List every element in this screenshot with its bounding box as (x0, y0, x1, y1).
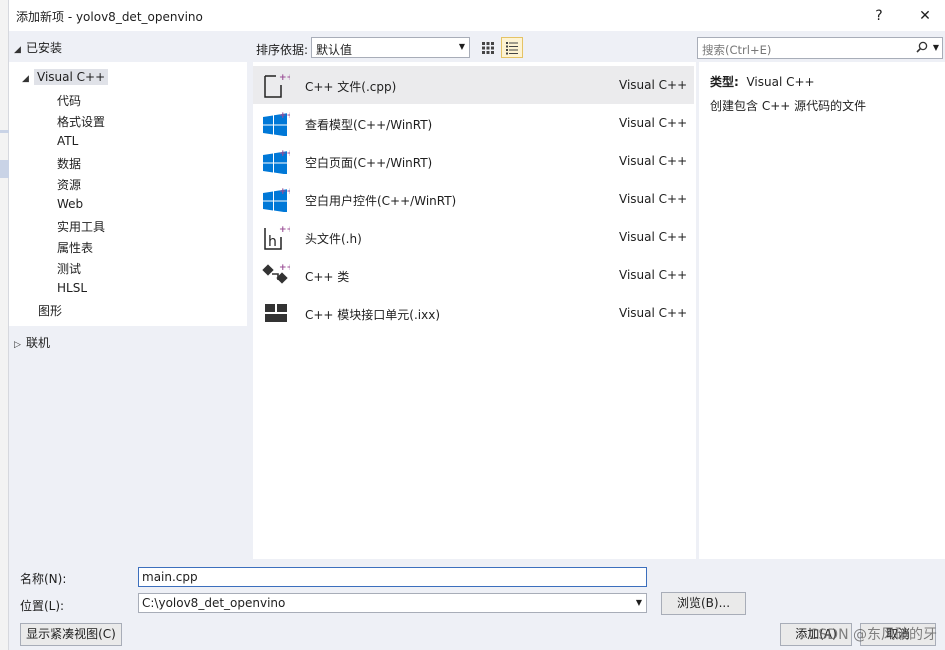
search-box[interactable]: 搜索(Ctrl+E) ▼ (697, 37, 943, 59)
installed-header[interactable]: ◢ 已安装 (14, 39, 62, 56)
browse-button[interactable]: 浏览(B)... (661, 592, 746, 615)
chevron-down-icon: ▼ (458, 42, 465, 51)
template-name: 空白用户控件(C++/WinRT) (305, 194, 457, 208)
expand-triangle-icon: ◢ (22, 74, 29, 84)
svg-text:++: ++ (279, 225, 290, 235)
list-view-button[interactable] (501, 37, 523, 58)
collapse-triangle-icon: ◢ (14, 45, 21, 55)
template-name: 空白页面(C++/WinRT) (305, 156, 433, 170)
template-language: Visual C++ (619, 306, 688, 320)
svg-text:++: ++ (279, 111, 290, 121)
tree-item-child[interactable]: Web (57, 197, 83, 211)
template-description: 创建包含 C++ 源代码的文件 (710, 99, 867, 113)
tree-item-child[interactable]: 实用工具 (57, 218, 105, 235)
chevron-down-icon: ▼ (635, 598, 642, 607)
windows-icon: ++ (262, 110, 294, 137)
search-dropdown-icon[interactable]: ▼ (933, 43, 939, 52)
template-language: Visual C++ (619, 116, 688, 130)
tree-item-child[interactable]: 属性表 (57, 239, 93, 256)
template-language: Visual C++ (619, 230, 688, 244)
template-list: ++ C++ 文件(.cpp) Visual C++ ++ 查看模型(C++/WinRT… (253, 62, 696, 559)
details-pane: 类型: Visual C++ 创建包含 C++ 源代码的文件 (699, 62, 945, 559)
dialog-title: 添加新项 - yolov8_det_openvino (16, 10, 203, 24)
name-input[interactable]: main.cpp (138, 567, 647, 587)
svg-text:++: ++ (279, 187, 290, 197)
template-name: 查看模型(C++/WinRT) (305, 118, 433, 132)
tree-item-child[interactable]: 代码 (57, 92, 81, 109)
template-language: Visual C++ (619, 268, 688, 282)
bottom-form: 名称(N): main.cpp 位置(L): C:\yolov8_det_ope… (9, 559, 945, 650)
category-tree: ◢ Visual C++ 代码格式设置 ATL 数据资源 Web 实用工具属性表测试 HLS… (9, 62, 247, 326)
template-language: Visual C++ (619, 154, 688, 168)
tree-item-visual-cpp[interactable]: ◢ Visual C++ (22, 69, 109, 85)
template-row[interactable]: ++ 查看模型(C++/WinRT) Visual C++ (253, 104, 694, 142)
template-language: Visual C++ (619, 192, 688, 206)
title-bar: 添加新项 - yolov8_det_openvino ? ✕ (9, 0, 945, 31)
template-name: 头文件(.h) (305, 232, 362, 246)
template-row[interactable]: C++ 模块接口单元(.ixx) Visual C++ (253, 294, 694, 332)
sort-select[interactable]: 默认值 ▼ (311, 37, 470, 58)
template-language: Visual C++ (619, 78, 688, 92)
online-header[interactable]: ▷ 联机 (14, 334, 50, 351)
template-row[interactable]: ++ 空白用户控件(C++/WinRT) Visual C++ (253, 180, 694, 218)
compact-view-button[interactable]: 显示紧凑视图(C) (20, 623, 122, 646)
cpp-file-icon: ++ (262, 72, 294, 98)
module-icon (262, 300, 290, 326)
sort-label: 排序依据: (256, 43, 309, 57)
template-row[interactable]: ++ C++ 文件(.cpp) Visual C++ (253, 66, 694, 104)
tree-item-child[interactable]: 格式设置 (57, 113, 105, 130)
template-name: C++ 类 (305, 270, 350, 284)
name-label: 名称(N): (20, 572, 67, 586)
template-name: C++ 模块接口单元(.ixx) (305, 308, 441, 322)
search-placeholder: 搜索(Ctrl+E) (702, 43, 772, 57)
tree-item-child[interactable]: 资源 (57, 176, 81, 193)
svg-text:++: ++ (279, 73, 290, 83)
type-info: 类型: Visual C++ (710, 73, 815, 90)
windows-icon: ++ (262, 186, 294, 213)
tree-item-child[interactable]: 测试 (57, 260, 81, 277)
name-input-value: main.cpp (142, 570, 198, 584)
grid-view-button[interactable] (477, 37, 499, 58)
search-icon[interactable] (916, 41, 928, 56)
type-label: 类型: (710, 75, 739, 89)
close-button[interactable]: ✕ (905, 4, 945, 28)
grid-view-icon (482, 42, 494, 54)
help-button[interactable]: ? (859, 4, 899, 28)
tree-item-child[interactable]: 数据 (57, 155, 81, 172)
expand-triangle-icon: ▷ (14, 340, 21, 350)
svg-text:h: h (268, 234, 277, 250)
watermark: CSDN @东风破的牙 (808, 627, 937, 643)
template-row[interactable]: ++ 空白页面(C++/WinRT) Visual C++ (253, 142, 694, 180)
tree-item-child[interactable]: ATL (57, 134, 78, 148)
svg-text:++: ++ (279, 263, 290, 273)
svg-text:++: ++ (279, 149, 290, 159)
tree-item-graphics[interactable]: 图形 (38, 302, 62, 319)
location-value: C:\yolov8_det_openvino (142, 596, 286, 610)
background-window-edge (0, 0, 9, 650)
location-label: 位置(L): (20, 599, 65, 613)
tree-item-child[interactable]: HLSL (57, 281, 87, 295)
list-view-icon (506, 42, 518, 55)
type-value: Visual C++ (746, 75, 815, 89)
template-row[interactable]: ++ C++ 类 Visual C++ (253, 256, 694, 294)
header-file-icon: h++ (262, 224, 294, 250)
windows-icon: ++ (262, 148, 294, 175)
location-select[interactable]: C:\yolov8_det_openvino ▼ (138, 593, 647, 613)
template-row[interactable]: h++ 头文件(.h) Visual C++ (253, 218, 694, 256)
template-name: C++ 文件(.cpp) (305, 80, 397, 94)
class-icon: ++ (262, 262, 294, 288)
